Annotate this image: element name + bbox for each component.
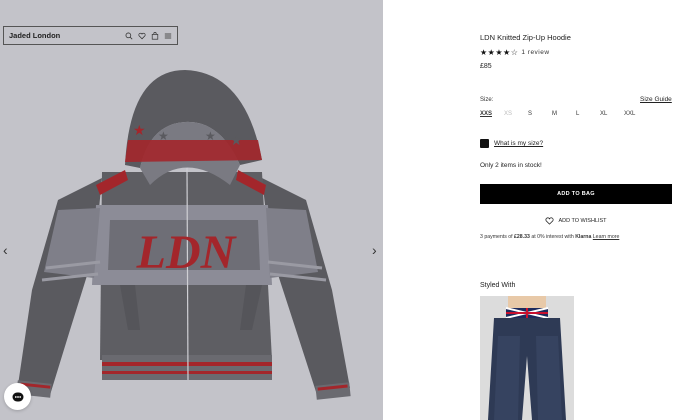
klarna-prefix: 3 payments of [480, 234, 515, 240]
product-title: LDN Knitted Zip-Up Hoodie [480, 33, 571, 42]
size-option-xs[interactable]: XS [504, 111, 528, 117]
size-finder: What is my size? [480, 139, 543, 148]
chat-icon [12, 392, 23, 401]
size-guide-link[interactable]: Size Guide [640, 96, 672, 103]
product-price: £85 [480, 63, 492, 70]
size-option-xl[interactable]: XL [600, 111, 624, 117]
rating-stars: ★★★★☆ [480, 48, 519, 57]
size-option-xxl[interactable]: XXL [624, 111, 648, 117]
prev-image-arrow[interactable]: ‹ [3, 243, 8, 257]
add-to-bag-button[interactable]: ADD TO BAG [480, 184, 672, 204]
review-count[interactable]: 1 review [521, 49, 549, 56]
what-is-my-size-link[interactable]: What is my size? [494, 140, 543, 147]
size-option-l[interactable]: L [576, 111, 600, 117]
chat-button[interactable] [4, 383, 31, 410]
product-gallery: Jaded London ★ ★ ★ ★ LDN ‹ › [0, 0, 383, 420]
product-details: LDN Knitted Zip-Up Hoodie ★★★★☆ 1 review… [383, 0, 697, 420]
hoodie-image: ★ ★ ★ ★ LDN [16, 70, 351, 400]
styled-with-heading: Styled With [480, 282, 516, 289]
hoodie-print-text: LDN [136, 226, 238, 279]
klarna-amount: £28.33 [514, 234, 530, 240]
stock-notice: Only 2 items in stock! [480, 162, 542, 169]
svg-text:★: ★ [158, 129, 169, 143]
rating-row: ★★★★☆ 1 review [480, 48, 550, 57]
next-image-arrow[interactable]: › [372, 243, 377, 257]
svg-text:★: ★ [205, 129, 216, 143]
size-selector: XXS XS S M L XL XXL [480, 111, 648, 117]
klarna-middle: at 0% interest with [529, 234, 576, 240]
heart-icon [545, 217, 554, 225]
size-finder-icon [480, 139, 489, 148]
add-to-wishlist-button[interactable]: ADD TO WISHLIST [480, 217, 672, 225]
size-option-m[interactable]: M [552, 111, 576, 117]
svg-text:★: ★ [133, 123, 146, 139]
klarna-logo: Klarna [575, 234, 592, 240]
klarna-installments: 3 payments of £28.33 at 0% interest with… [480, 234, 619, 240]
size-option-xxs[interactable]: XXS [480, 111, 504, 117]
size-option-s[interactable]: S [528, 111, 552, 117]
jeans-image [480, 296, 574, 420]
klarna-learn-more-link[interactable]: Learn more [593, 234, 620, 240]
wishlist-label: ADD TO WISHLIST [558, 218, 607, 224]
svg-text:★: ★ [230, 133, 243, 149]
styled-with-product-image[interactable] [480, 296, 574, 420]
size-label: Size: [480, 97, 494, 103]
